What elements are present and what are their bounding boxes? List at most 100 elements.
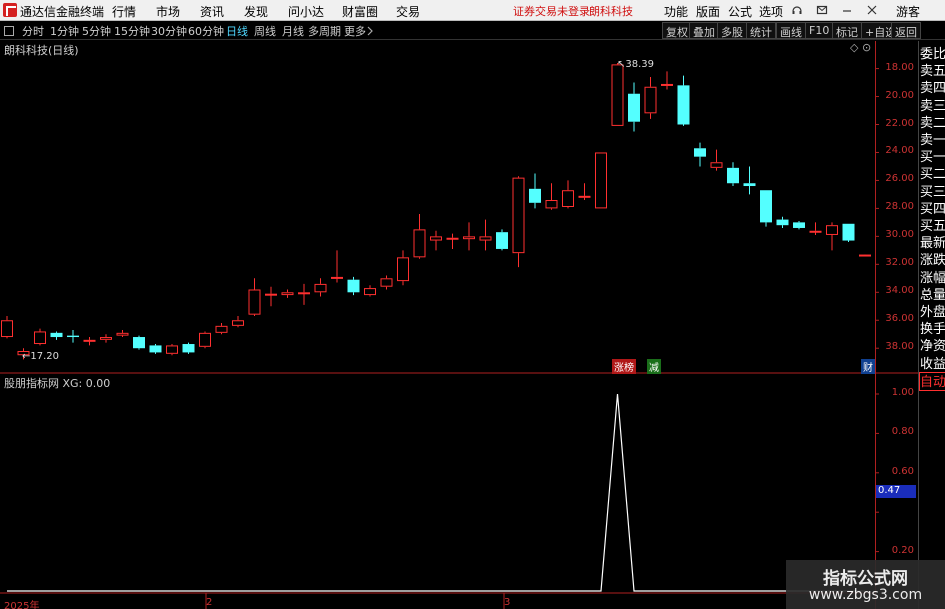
user-guest[interactable]: 游客 <box>896 3 920 20</box>
side-item-9[interactable]: 买四 <box>920 200 945 219</box>
side-item-10[interactable]: 买五 <box>920 217 945 236</box>
candle <box>595 152 607 209</box>
candle-body <box>710 162 723 168</box>
draw-line-button[interactable]: 画线 <box>776 22 806 39</box>
menu-news[interactable]: 资讯 <box>200 3 224 20</box>
side-item-2[interactable]: 卖四 <box>920 79 945 98</box>
layout-toggle-icon[interactable] <box>4 26 14 36</box>
candle-body <box>809 230 822 233</box>
candle <box>743 166 756 195</box>
candle <box>826 222 838 251</box>
side-item-19[interactable]: 自动 <box>919 371 945 391</box>
side-item-0[interactable]: 委比 <box>920 45 945 64</box>
adjust-button[interactable]: 复权 <box>662 22 692 39</box>
candle-body <box>149 345 162 353</box>
candle <box>232 316 244 328</box>
side-item-1[interactable]: 卖五 <box>920 62 945 81</box>
date-label-mar: 3 <box>504 597 511 608</box>
menu-ask[interactable]: 问小达 <box>288 3 324 20</box>
menu-market[interactable]: 市场 <box>156 3 180 20</box>
menu-discover[interactable]: 发现 <box>244 3 268 20</box>
period-1min[interactable]: 1分钟 <box>50 23 79 39</box>
y-tick-label: 26.00 <box>885 173 914 185</box>
candle-body <box>215 325 228 333</box>
period-monthly[interactable]: 月线 <box>282 23 304 39</box>
menu-formula[interactable]: 公式 <box>728 3 752 20</box>
candle <box>611 62 624 126</box>
chevron-right-icon[interactable] <box>367 26 374 36</box>
y-tick-label: 20.00 <box>885 89 914 101</box>
minimize-icon[interactable] <box>841 4 853 16</box>
menu-quotes[interactable]: 行情 <box>112 3 136 20</box>
candle <box>314 278 327 297</box>
reduce-tag[interactable]: 减 <box>647 359 661 374</box>
candle-body <box>281 292 294 296</box>
period-more[interactable]: 更多 <box>344 23 366 39</box>
watermark: 指标公式网 www.zbgs3.com <box>786 560 945 609</box>
candle <box>545 183 558 210</box>
back-button[interactable]: 返回 <box>891 22 921 39</box>
f10-button[interactable]: F10 <box>805 22 834 39</box>
finance-tag[interactable]: 财 <box>861 359 875 374</box>
side-item-3[interactable]: 卖三 <box>920 97 945 116</box>
candle <box>331 250 343 283</box>
side-item-7[interactable]: 买二 <box>920 165 945 184</box>
candle <box>34 328 46 346</box>
side-item-12[interactable]: 涨跌 <box>920 251 945 270</box>
y-tick-label: 34.00 <box>885 285 914 297</box>
period-weekly[interactable]: 周线 <box>254 23 276 39</box>
side-item-18[interactable]: 收益 <box>920 355 945 374</box>
candle <box>430 230 442 251</box>
side-item-13[interactable]: 涨幅 <box>920 269 945 288</box>
message-icon[interactable] <box>816 4 828 16</box>
period-5min[interactable]: 5分钟 <box>82 23 111 39</box>
candle <box>479 219 492 251</box>
candle <box>166 344 178 356</box>
side-item-11[interactable]: 最新 <box>920 234 945 253</box>
headset-icon[interactable] <box>791 4 803 16</box>
candle <box>265 286 277 307</box>
candle <box>529 173 541 209</box>
menu-function[interactable]: 功能 <box>664 3 688 20</box>
period-tick[interactable]: 分时 <box>22 23 44 39</box>
candle <box>809 222 822 235</box>
candle-body <box>842 223 855 241</box>
candle <box>793 220 805 230</box>
side-item-16[interactable]: 换手 <box>920 320 945 339</box>
candle-body <box>743 183 756 187</box>
menu-layout[interactable]: 版面 <box>696 3 720 20</box>
y-tick-label: 24.00 <box>885 145 914 157</box>
statistics-button[interactable]: 统计 <box>746 22 776 39</box>
mark-button[interactable]: 标记 <box>832 22 862 39</box>
overlay-button[interactable]: 叠加 <box>689 22 719 39</box>
period-15min[interactable]: 15分钟 <box>114 23 150 39</box>
side-item-4[interactable]: 卖二 <box>920 114 945 133</box>
candle <box>446 233 459 249</box>
side-item-15[interactable]: 外盘 <box>920 303 945 322</box>
close-icon[interactable] <box>866 4 878 16</box>
period-multi[interactable]: 多周期 <box>308 23 341 39</box>
period-60min[interactable]: 60分钟 <box>188 23 224 39</box>
period-daily[interactable]: 日线 <box>226 23 248 39</box>
candle-body <box>413 229 426 258</box>
side-item-17[interactable]: 净资 <box>920 337 945 356</box>
login-status[interactable]: 证券交易未登录 <box>513 3 590 19</box>
candle-body <box>364 288 376 296</box>
side-item-6[interactable]: 买一 <box>920 148 945 167</box>
multi-stock-button[interactable]: 多股 <box>717 22 747 39</box>
candle <box>50 331 63 340</box>
period-30min[interactable]: 30分钟 <box>151 23 187 39</box>
side-item-8[interactable]: 买三 <box>920 183 945 202</box>
candle <box>67 330 79 343</box>
menu-trade[interactable]: 交易 <box>396 3 420 20</box>
watermark-title: 指标公式网 <box>823 569 908 589</box>
rally-tag[interactable]: 涨榜 <box>612 359 636 374</box>
menu-wealth[interactable]: 财富圈 <box>342 3 378 20</box>
side-item-14[interactable]: 总量 <box>920 286 945 305</box>
candle-body <box>199 332 211 347</box>
side-item-5[interactable]: 卖一 <box>920 131 945 150</box>
candle-body <box>166 345 178 354</box>
menu-options[interactable]: 选项 <box>759 3 783 20</box>
ind-tick-label: 0.80 <box>891 426 914 438</box>
candlestick-chart[interactable] <box>0 41 918 609</box>
